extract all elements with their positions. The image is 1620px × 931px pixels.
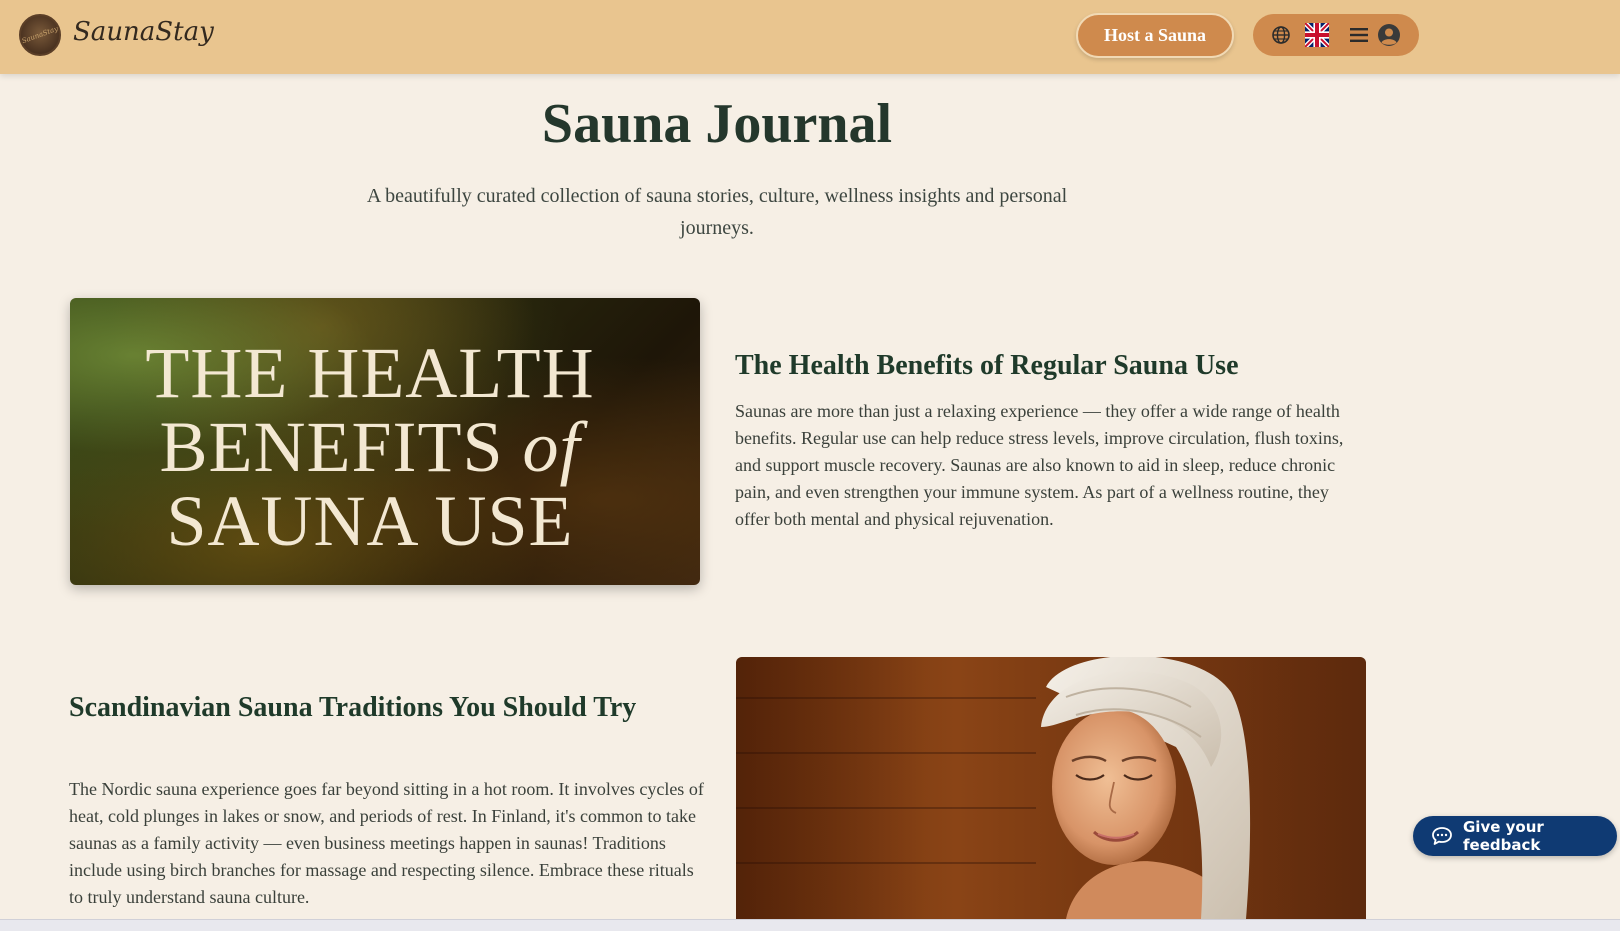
article-image-health-benefits[interactable]: THE HEALTH BENEFITS of SAUNA USE <box>70 298 700 585</box>
article-excerpt: The Nordic sauna experience goes far bey… <box>69 779 704 907</box>
feedback-label: Give your feedback <box>1463 818 1544 854</box>
uk-flag-icon[interactable] <box>1305 23 1329 47</box>
top-header: SaunaStay SaunaStay Host a Sauna <box>0 0 1620 74</box>
give-feedback-button[interactable]: Give your feedback <box>1413 816 1617 856</box>
window-bottom-edge <box>0 919 1620 931</box>
menu-icon[interactable] <box>1349 27 1369 43</box>
woman-photo <box>1006 657 1306 919</box>
article-image-caption: THE HEALTH BENEFITS of SAUNA USE <box>70 336 670 558</box>
page-subtitle: A beautifully curated collection of saun… <box>366 185 1068 239</box>
caption-line: SAUNA USE <box>166 481 574 561</box>
logo-text: SaunaStay <box>20 24 60 46</box>
caption-word: BENEFITS <box>159 407 504 487</box>
host-a-sauna-button[interactable]: Host a Sauna <box>1076 13 1234 58</box>
globe-icon[interactable] <box>1271 25 1291 45</box>
article-excerpt: Saunas are more than just a relaxing exp… <box>735 401 1344 529</box>
article-title[interactable]: Scandinavian Sauna Traditions You Should… <box>69 690 709 726</box>
logo-icon[interactable]: SaunaStay <box>19 14 61 56</box>
caption-line: BENEFITS of <box>70 410 670 484</box>
article-title[interactable]: The Health Benefits of Regular Sauna Use <box>735 350 1375 382</box>
chat-bubble-icon <box>1431 826 1453 846</box>
user-icon[interactable] <box>1377 23 1401 47</box>
caption-line: THE HEALTH <box>145 333 595 413</box>
article-image-sauna-woman[interactable] <box>736 657 1366 919</box>
brand-name[interactable]: SaunaStay <box>73 17 214 47</box>
utility-menu[interactable] <box>1253 14 1419 56</box>
caption-word: of <box>522 407 581 487</box>
page-title: Sauna Journal <box>541 93 893 155</box>
